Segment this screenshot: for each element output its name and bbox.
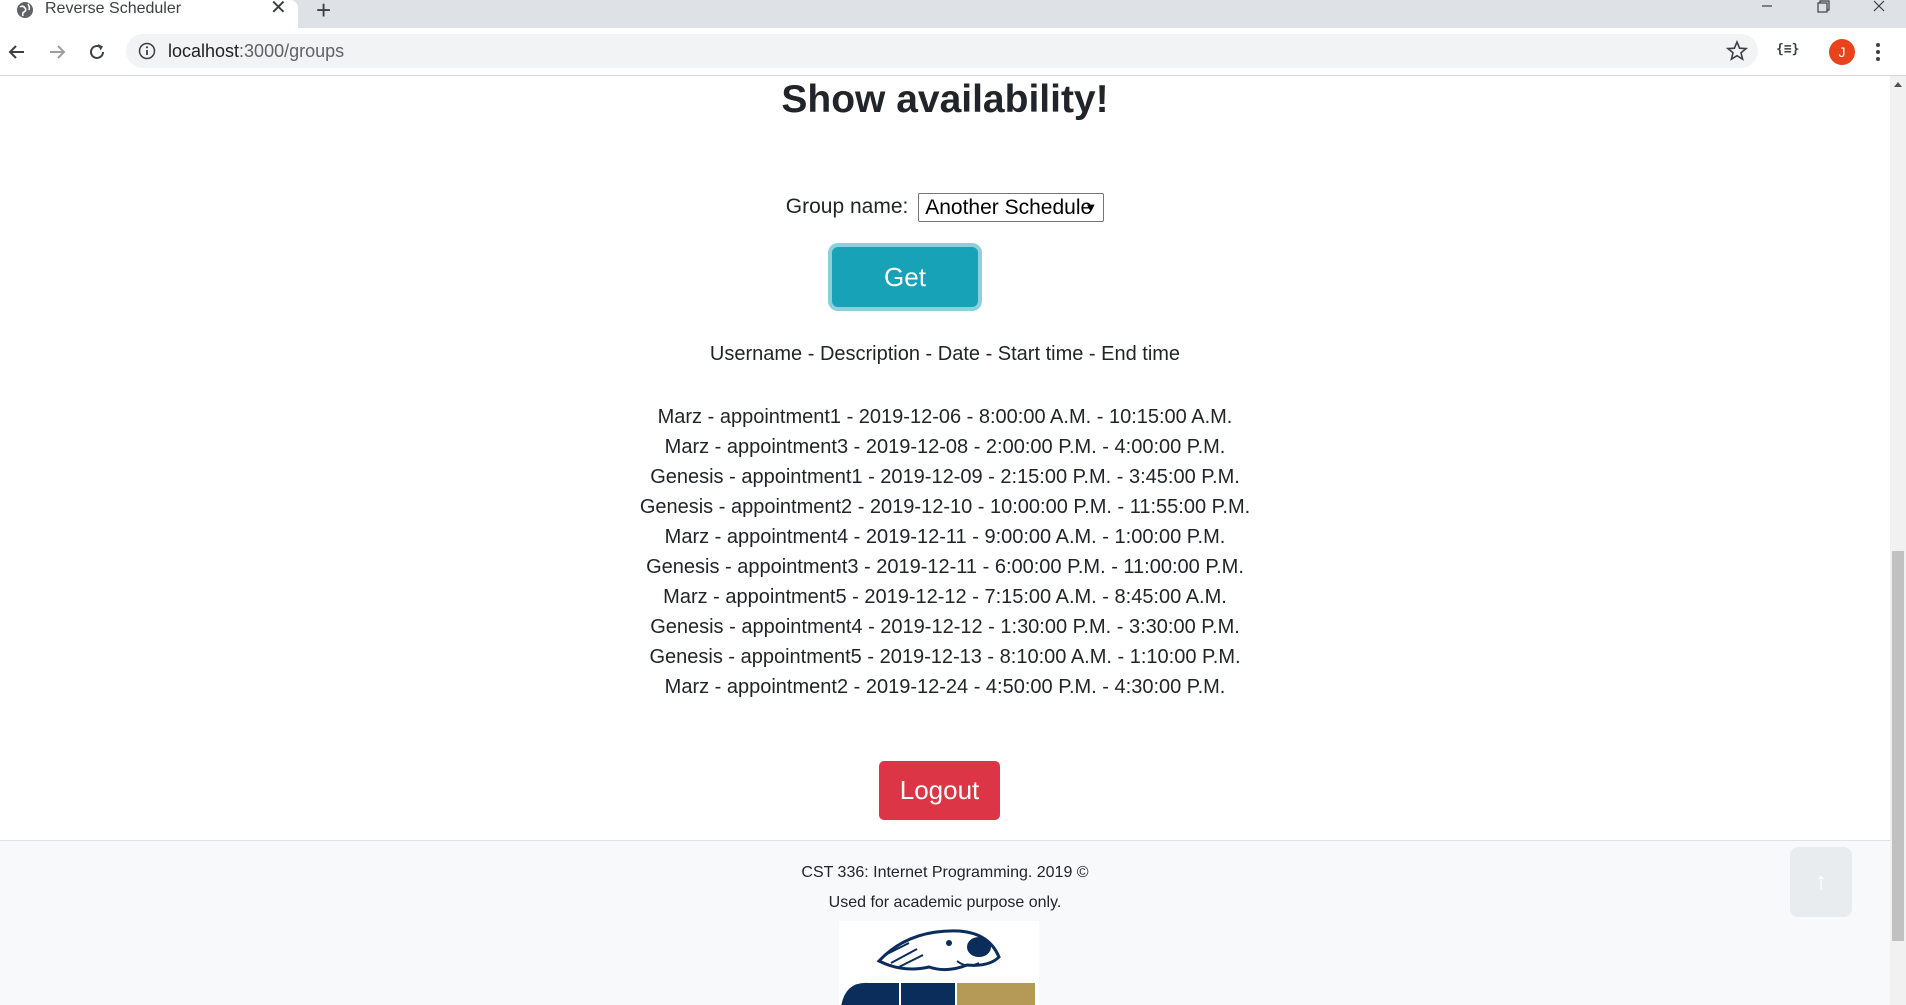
group-name-label: Group name:	[785, 195, 909, 219]
appointment-item: Genesis - appointment3 - 2019-12-11 - 6:…	[646, 556, 1244, 578]
profile-avatar[interactable]: J	[1829, 39, 1855, 65]
browser-tab[interactable]: Reverse Scheduler ✕	[0, 0, 298, 28]
address-bar[interactable]: localhost:3000/groups	[126, 34, 1758, 68]
page-content: Show availability! Group name: Another S…	[0, 76, 1890, 1005]
url-text: localhost:3000/groups	[168, 41, 344, 61]
appointment-item: Genesis - appointment2 - 2019-12-10 - 10…	[639, 496, 1251, 518]
extension-icon[interactable]: {≡}	[1776, 42, 1799, 57]
footer-disclaimer: Used for academic purpose only.	[828, 894, 1062, 911]
scrollbar-thumb[interactable]	[1892, 551, 1904, 941]
appointment-list: Marz - appointment1 - 2019-12-06 - 8:00:…	[0, 402, 1890, 702]
appointment-item: Marz - appointment3 - 2019-12-08 - 2:00:…	[664, 436, 1226, 458]
globe-icon	[17, 2, 33, 18]
browser-tab-strip: Reverse Scheduler ✕ +	[0, 0, 1906, 28]
group-select-row: Group name: Another Schedule ▼	[0, 190, 1890, 224]
reload-icon[interactable]	[86, 41, 108, 63]
bookmark-star-icon[interactable]	[1726, 40, 1748, 62]
footer-copyright: CST 336: Internet Programming. 2019 ©	[801, 864, 1089, 881]
restore-icon[interactable]	[1808, 0, 1838, 16]
scroll-up-arrow-icon[interactable]	[1894, 82, 1902, 87]
close-window-icon[interactable]	[1864, 0, 1894, 16]
group-name-select[interactable]: Another Schedule ▼	[918, 192, 1105, 222]
url-path: :3000/groups	[239, 41, 345, 61]
footer: CST 336: Internet Programming. 2019 © Us…	[0, 840, 1890, 1005]
page-scrollbar[interactable]	[1890, 76, 1906, 1005]
tab-title: Reverse Scheduler	[45, 0, 182, 17]
group-select-value: Another Schedule	[925, 195, 1093, 219]
get-availability-button[interactable]: Get availability!	[832, 247, 978, 352]
appointment-item: Genesis - appointment4 - 2019-12-12 - 1:…	[650, 616, 1240, 638]
close-icon[interactable]: ✕	[270, 0, 287, 18]
forward-arrow-icon[interactable]	[46, 41, 68, 63]
browser-toolbar: localhost:3000/groups {≡} J	[0, 28, 1906, 76]
new-tab-button[interactable]: +	[316, 0, 331, 23]
appointment-item: Genesis - appointment5 - 2019-12-13 - 8:…	[649, 646, 1241, 668]
csumb-otter-logo	[839, 921, 1039, 1005]
appointment-item: Genesis - appointment1 - 2019-12-09 - 2:…	[650, 466, 1240, 488]
minimize-icon[interactable]	[1752, 0, 1782, 16]
url-host: localhost	[168, 41, 240, 61]
appointment-item: Marz - appointment2 - 2019-12-24 - 4:50:…	[664, 676, 1226, 698]
appointment-item: Marz - appointment1 - 2019-12-06 - 8:00:…	[657, 406, 1233, 428]
appointment-item: Marz - appointment4 - 2019-12-11 - 9:00:…	[664, 526, 1226, 548]
columns-header: Username - Description - Date - Start ti…	[709, 343, 1181, 365]
appointment-item: Marz - appointment5 - 2019-12-12 - 7:15:…	[663, 586, 1227, 608]
kebab-menu-icon[interactable]	[1874, 40, 1882, 64]
info-icon[interactable]	[138, 42, 156, 60]
page-title: Show availability!	[781, 78, 1109, 121]
back-arrow-icon[interactable]	[6, 41, 28, 63]
back-to-top-button[interactable]: ↑	[1790, 847, 1852, 917]
logout-button[interactable]: Logout	[879, 761, 1000, 820]
dropdown-arrow-icon: ▼	[1084, 199, 1098, 215]
